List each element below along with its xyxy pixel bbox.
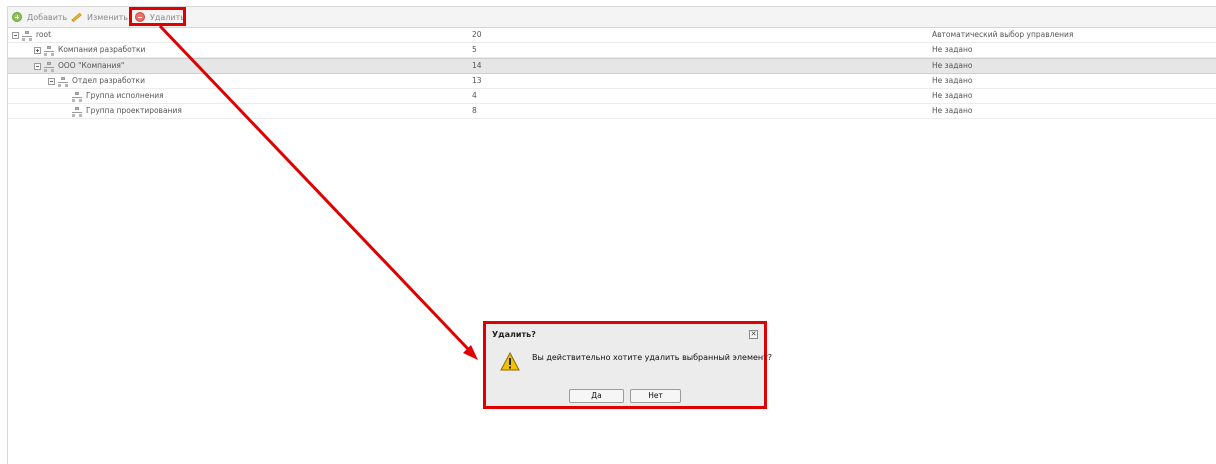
tree-row[interactable]: Компания разработки 5 Не задано: [8, 43, 1216, 58]
tree-row-count: 5: [472, 45, 477, 54]
confirm-delete-dialog: Удалить? ✕ Вы действительно хотите удали…: [488, 326, 772, 404]
tree-row-root[interactable]: root 20 Автоматический выбор управления: [8, 28, 1216, 43]
org-structure-icon: [44, 45, 54, 56]
tree-row-name: Группа исполнения: [86, 91, 164, 100]
pencil-icon: [70, 12, 82, 22]
add-button[interactable]: Добавить: [12, 10, 67, 24]
org-structure-icon: [44, 61, 54, 72]
org-structure-icon: [58, 76, 68, 87]
tree-row-count: 14: [472, 61, 482, 70]
tree-row-count: 8: [472, 106, 477, 115]
tree-row[interactable]: Группа проектирования 8 Не задано: [8, 104, 1216, 119]
tree-row-mode: Не задано: [932, 45, 973, 54]
tree-row-count: 4: [472, 91, 477, 100]
tree-row-name: ООО "Компания": [58, 61, 125, 70]
tree-row-name: Отдел разработки: [72, 76, 145, 85]
no-button[interactable]: Нет: [630, 389, 681, 403]
dialog-title: Удалить?: [492, 330, 536, 339]
tree-row-mode: Не задано: [932, 76, 973, 85]
edit-button[interactable]: Изменить: [70, 10, 128, 24]
collapse-icon[interactable]: [34, 62, 41, 70]
tree-row-name: Группа проектирования: [86, 106, 182, 115]
tree-row-name: Компания разработки: [58, 45, 146, 54]
tree-row-count: 13: [472, 76, 482, 85]
yes-button[interactable]: Да: [569, 389, 624, 403]
org-tree-grid: root 20 Автоматический выбор управления …: [8, 28, 1216, 119]
dialog-message: Вы действительно хотите удалить выбранны…: [532, 353, 773, 362]
expand-icon[interactable]: [34, 46, 41, 54]
close-icon[interactable]: ✕: [749, 330, 758, 339]
tree-row-mode: Автоматический выбор управления: [932, 30, 1074, 39]
tree-row[interactable]: Отдел разработки 13 Не задано: [8, 74, 1216, 89]
add-button-label: Добавить: [27, 12, 68, 22]
org-structure-icon: [72, 91, 82, 102]
delete-button-highlight: [129, 7, 186, 26]
tree-row[interactable]: Группа исполнения 4 Не задано: [8, 89, 1216, 104]
warning-icon: [500, 352, 520, 371]
add-icon: [12, 12, 22, 22]
tree-row-mode: Не задано: [932, 106, 973, 115]
edit-button-label: Изменить: [87, 12, 128, 22]
collapse-icon[interactable]: [12, 31, 19, 39]
org-structure-icon: [72, 106, 82, 117]
tree-row-name: root: [36, 30, 52, 39]
collapse-icon[interactable]: [48, 77, 55, 85]
tree-row-selected[interactable]: ООО "Компания" 14 Не задано: [8, 58, 1216, 74]
tree-row-mode: Не задано: [932, 91, 973, 100]
delete-dialog-highlight: Удалить? ✕ Вы действительно хотите удали…: [483, 321, 772, 409]
org-structure-icon: [22, 30, 32, 41]
tree-row-mode: Не задано: [932, 61, 973, 70]
toolbar: Добавить Изменить Удалить: [8, 7, 1216, 28]
tree-row-count: 20: [472, 30, 482, 39]
